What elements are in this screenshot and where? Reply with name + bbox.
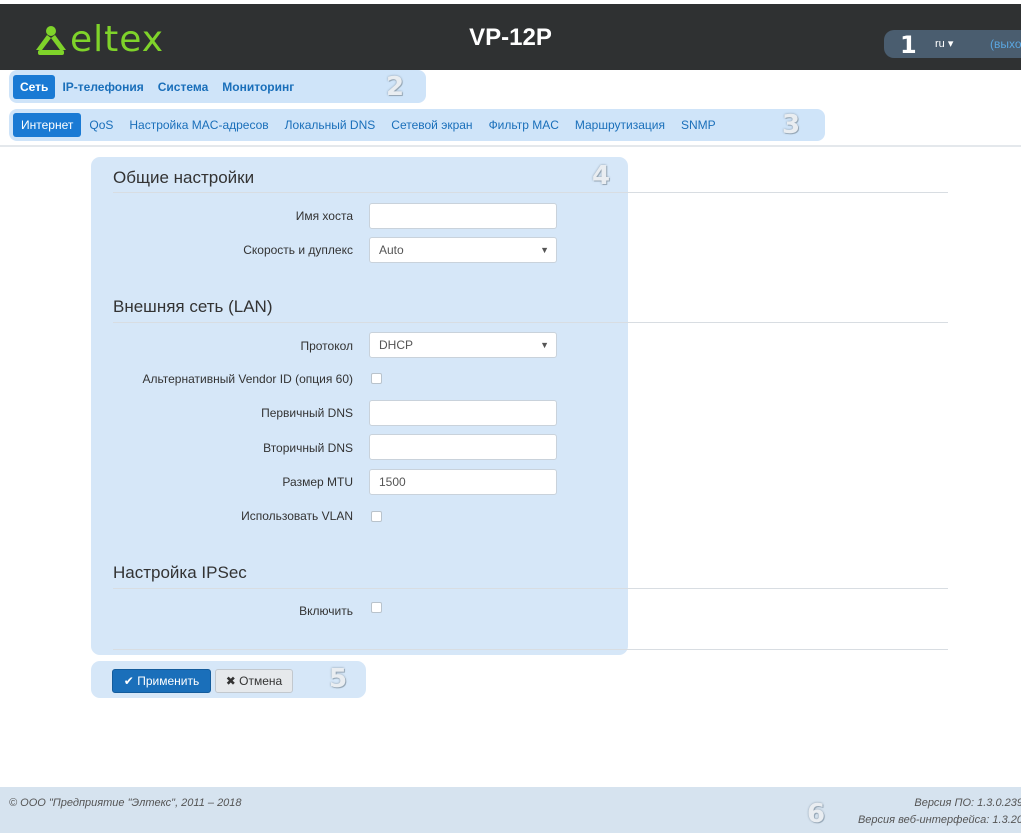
cancel-button[interactable]: ✖ Отмена [215,669,293,693]
callout-marker-6: 6 [807,799,826,829]
apply-button[interactable]: ✔ Применить [112,669,211,693]
form-bottom-divider [113,649,948,650]
tab-mac-settings[interactable]: Настройка MAC-адресов [121,113,276,137]
secondary-dns-label: Вторичный DNS [263,441,353,455]
tab-snmp[interactable]: SNMP [673,113,724,137]
main-menu: Сеть IP-телефония Система Мониторинг [13,74,301,100]
speed-duplex-select[interactable]: Auto ▼ [369,237,557,263]
use-vlan-checkbox[interactable] [371,511,382,522]
callout-marker-5: 5 [329,664,348,694]
top-header: eltex VP-12P 1 ru ▾ (выхо [0,0,1021,70]
tab-routing[interactable]: Маршрутизация [567,113,673,137]
speed-duplex-label: Скорость и дуплекс [243,243,353,257]
menu-divider [0,145,1021,147]
vendor-id-checkbox[interactable] [371,373,382,384]
cancel-button-label: Отмена [239,674,283,688]
web-interface-version: Версия веб-интерфейса: 1.3.20 [857,814,1021,826]
apply-button-label: Применить [137,674,200,688]
tab-internet[interactable]: Интернет [13,113,82,137]
logo-wordmark: eltex [70,19,165,60]
callout-marker-2: 2 [386,72,405,102]
eltex-logo-icon [36,26,66,55]
primary-dns-input[interactable] [369,400,557,426]
callout-marker-3: 3 [782,110,801,140]
speed-duplex-value: Auto [379,243,404,257]
ipsec-enable-label: Включить [299,604,353,618]
firmware-version: Версия ПО: 1.3.0.239 [914,797,1021,809]
eltex-logo: eltex [32,22,164,58]
section-title-ipsec: Настройка IPSec [113,563,247,582]
tab-local-dns[interactable]: Локальный DNS [277,113,384,137]
mtu-input[interactable]: 1500 [369,469,557,495]
main-menu-item-system[interactable]: Система [151,75,216,99]
secondary-dns-input[interactable] [369,434,557,460]
language-label: ru [935,38,945,50]
check-icon: ✔ [123,674,134,688]
protocol-label: Протокол [300,339,353,353]
main-menu-item-monitoring[interactable]: Мониторинг [215,75,301,99]
copyright-text: © ООО "Предприятие "Элтекс", 2011 – 2018 [9,797,242,809]
main-menu-item-ip-telephony[interactable]: IP-телефония [55,75,150,99]
caret-down-icon: ▼ [540,340,549,350]
sub-menu: Интернет QoS Настройка MAC-адресов Локал… [13,113,724,137]
main-menu-item-network[interactable]: Сеть [13,75,56,99]
section-title-lan: Внешняя сеть (LAN) [113,297,273,316]
footer: © ООО "Предприятие "Элтекс", 2011 – 2018… [0,787,1021,833]
section-divider [113,588,948,589]
primary-dns-label: Первичный DNS [261,406,353,420]
language-dropdown[interactable]: ru ▾ [935,37,953,50]
close-icon: ✖ [225,674,236,688]
protocol-select[interactable]: DHCP ▼ [369,332,557,358]
protocol-value: DHCP [379,338,414,352]
hostname-label: Имя хоста [295,209,353,223]
caret-down-icon: ▼ [540,245,549,255]
logout-link[interactable]: (выхо [990,37,1021,51]
ipsec-enable-checkbox[interactable] [371,602,382,613]
callout-marker-1: 1 [900,31,917,59]
section-title-general: Общие настройки [113,168,255,187]
tab-firewall[interactable]: Сетевой экран [383,113,480,137]
use-vlan-label: Использовать VLAN [241,509,353,523]
tab-mac-filter[interactable]: Фильтр MAC [481,113,567,137]
callout-marker-4: 4 [592,161,611,191]
tab-qos[interactable]: QoS [81,113,121,137]
section-divider [113,192,948,193]
hostname-input[interactable] [369,203,557,229]
vendor-id-label: Альтернативный Vendor ID (опция 60) [142,372,353,386]
caret-down-icon: ▾ [947,38,954,50]
section-divider [113,322,948,323]
mtu-label: Размер MTU [282,475,353,489]
